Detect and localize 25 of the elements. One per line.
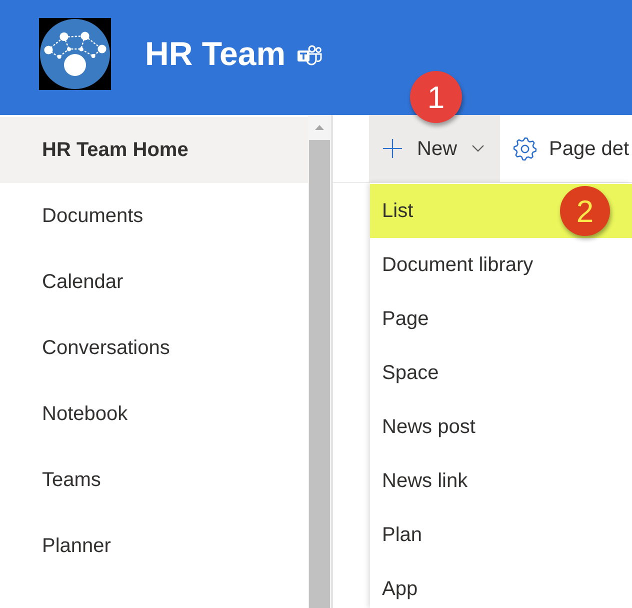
menu-item[interactable]: Page <box>370 292 632 346</box>
nav-link[interactable]: Notebook <box>0 381 308 447</box>
scrollbar-thumb[interactable] <box>309 140 330 608</box>
nav-link[interactable]: Conversations <box>0 315 308 381</box>
new-button[interactable]: New <box>369 115 500 182</box>
menu-item[interactable]: Plan <box>370 508 632 562</box>
menu-item[interactable]: News link <box>370 454 632 508</box>
chevron-down-icon <box>472 145 484 152</box>
scroll-up-arrow-icon[interactable] <box>315 125 324 130</box>
nav-link[interactable]: Teams <box>0 447 308 513</box>
settings-icon <box>513 136 537 160</box>
nav-link[interactable]: Documents <box>0 183 308 249</box>
plus-icon <box>383 139 402 158</box>
group-chat-icon[interactable] <box>296 45 322 66</box>
menu-item[interactable]: News post <box>370 400 632 454</box>
scrollbar[interactable] <box>308 115 333 608</box>
site-title[interactable]: HR Team <box>145 35 286 73</box>
menu-item[interactable]: App <box>370 562 632 608</box>
network-logo[interactable] <box>39 18 111 90</box>
menu-item[interactable]: Space <box>370 346 632 400</box>
nav-link[interactable]: Planner <box>0 513 308 579</box>
menu-item[interactable]: Document library <box>370 238 632 292</box>
nav-link[interactable]: Calendar <box>0 249 308 315</box>
page-details-button[interactable]: Page det <box>500 115 630 182</box>
nav-link[interactable]: HR Team Home <box>0 117 308 183</box>
